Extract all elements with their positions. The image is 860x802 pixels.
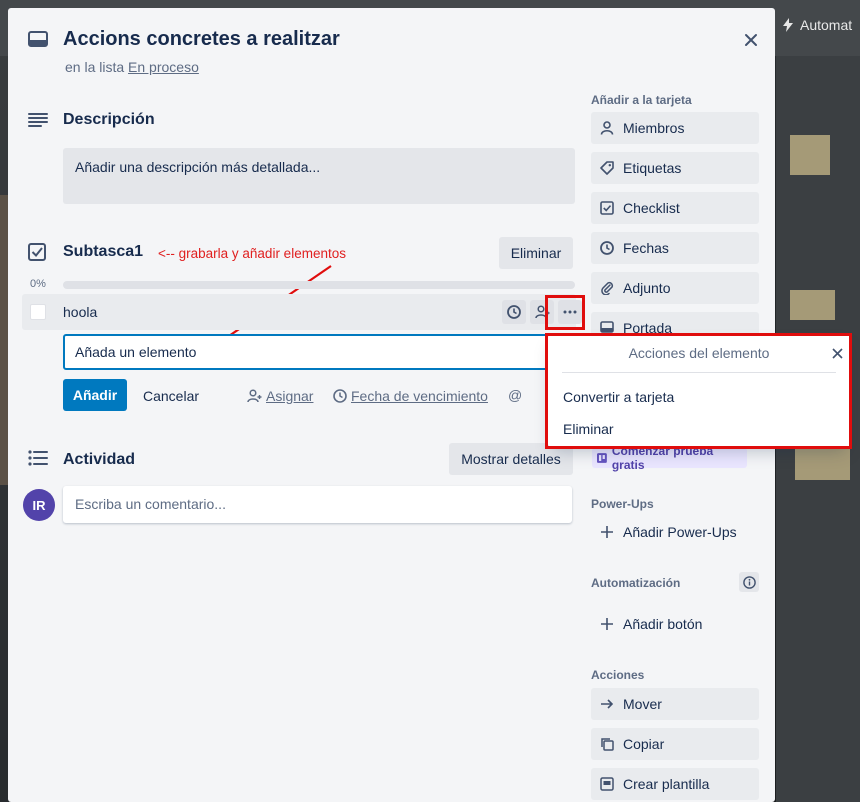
checklist-item-label[interactable]: hoola <box>63 304 97 320</box>
description-icon <box>28 112 48 128</box>
highlight-box <box>545 333 852 449</box>
activity-heading: Actividad <box>63 451 136 468</box>
create-template-label: Crear plantilla <box>623 776 710 792</box>
avatar[interactable]: IR <box>23 489 55 521</box>
labels-button[interactable]: Etiquetas <box>591 152 759 184</box>
add-item-button[interactable]: Añadir <box>63 379 127 411</box>
delete-checklist-button[interactable]: Eliminar <box>499 237 573 269</box>
board-background-photo <box>0 195 8 485</box>
card-title[interactable]: Accions concretes a realitzar <box>63 28 340 51</box>
checklist-item[interactable]: hoola <box>22 294 582 330</box>
start-trial-badge[interactable]: Comenzar prueba gratis <box>592 444 747 472</box>
activity-icon <box>28 450 48 466</box>
clock-icon <box>600 241 614 255</box>
list-name-link[interactable]: En proceso <box>128 59 199 75</box>
checklist-item-checkbox[interactable] <box>30 304 46 320</box>
copy-button[interactable]: Copiar <box>591 728 759 760</box>
highlight-box <box>545 295 585 330</box>
powerups-heading: Power-Ups <box>591 497 654 511</box>
due-date-link[interactable]: Fecha de vencimiento <box>333 388 488 404</box>
description-input[interactable]: Añadir una descripción más detallada... <box>63 148 575 204</box>
info-icon[interactable] <box>739 572 759 592</box>
checklist-label: Checklist <box>623 200 680 216</box>
background-sticky-note <box>790 290 835 320</box>
copy-label: Copiar <box>623 736 665 752</box>
automation-button[interactable]: Automat <box>782 17 852 33</box>
close-icon <box>745 34 757 46</box>
due-date-label: Fecha de vencimiento <box>351 388 488 404</box>
attachment-button[interactable]: Adjunto <box>591 272 759 304</box>
in-list-prefix: en la lista <box>65 59 125 75</box>
members-button[interactable]: Miembros <box>591 112 759 144</box>
checklist-progress-bar <box>63 281 575 289</box>
checklist-icon <box>28 243 46 261</box>
members-label: Miembros <box>623 120 685 136</box>
automation-heading: Automatización <box>591 576 681 590</box>
comment-input[interactable]: Escriba un comentario... <box>63 486 572 523</box>
assign-label: Asignar <box>266 388 314 404</box>
create-template-button[interactable]: Crear plantilla <box>591 768 759 800</box>
tag-icon <box>600 161 614 175</box>
checklist-button[interactable]: Checklist <box>591 192 759 224</box>
clock-icon <box>507 305 521 319</box>
actions-heading: Acciones <box>591 668 645 682</box>
automation-label: Automat <box>800 17 853 33</box>
card-icon <box>28 31 48 47</box>
mention-button[interactable]: @ <box>508 387 522 403</box>
description-heading: Descripción <box>63 111 155 128</box>
checklist-progress-percent: 0% <box>30 278 46 290</box>
card-list-info: en la lista En proceso <box>65 59 199 75</box>
add-member-icon <box>247 389 262 403</box>
copy-icon <box>601 738 614 751</box>
add-powerups-label: Añadir Power-Ups <box>623 524 737 540</box>
template-icon <box>600 777 614 791</box>
clock-icon <box>333 389 347 403</box>
cover-icon <box>600 321 614 333</box>
cancel-button[interactable]: Cancelar <box>143 388 199 404</box>
add-to-card-heading: Añadir a la tarjeta <box>591 93 692 107</box>
arrow-right-icon <box>601 699 614 709</box>
checkbox-icon <box>600 201 614 215</box>
close-card-button[interactable] <box>740 29 762 51</box>
item-due-date-button[interactable] <box>502 300 526 324</box>
trial-icon <box>597 453 607 463</box>
annotation-text: <-- grabarla y añadir elementos <box>158 246 346 261</box>
assign-link[interactable]: Asignar <box>247 388 313 404</box>
lightning-icon <box>783 18 793 32</box>
plus-icon <box>601 526 613 538</box>
labels-label: Etiquetas <box>623 160 682 176</box>
attachment-label: Adjunto <box>623 280 671 296</box>
move-label: Mover <box>623 696 662 712</box>
plus-icon <box>601 618 613 630</box>
dates-button[interactable]: Fechas <box>591 232 759 264</box>
checklist-title[interactable]: Subtasca1 <box>63 243 143 261</box>
move-button[interactable]: Mover <box>591 688 759 720</box>
dates-label: Fechas <box>623 240 669 256</box>
new-item-input[interactable]: Añada un elemento <box>63 334 563 370</box>
paperclip-icon <box>601 281 614 295</box>
background-sticky-note <box>790 135 830 175</box>
person-icon <box>600 121 614 135</box>
add-button-label: Añadir botón <box>623 616 703 632</box>
add-button-button[interactable]: Añadir botón <box>591 608 759 640</box>
add-powerups-button[interactable]: Añadir Power-Ups <box>591 516 759 548</box>
